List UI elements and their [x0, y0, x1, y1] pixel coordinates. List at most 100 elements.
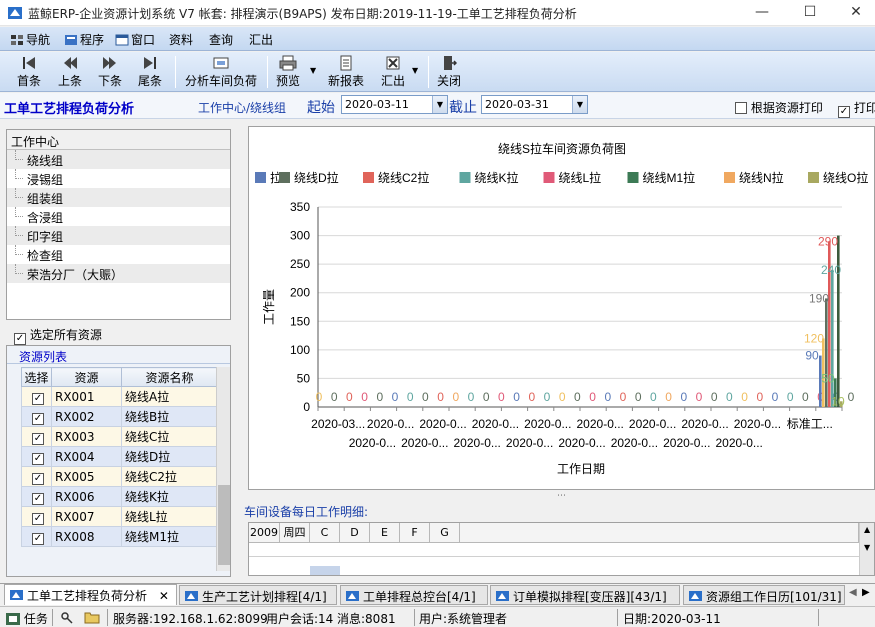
table-row[interactable]: ✓ RX003 绕线C拉 [21, 426, 218, 447]
table-row[interactable]: ✓ RX006 绕线K拉 [21, 486, 218, 507]
data-label: 0 [741, 390, 748, 404]
table-row[interactable]: ✓ RX002 绕线B拉 [21, 406, 218, 427]
navigate-icon [11, 35, 23, 45]
tab-process-plan[interactable]: 生产工艺计划排程[4/1] [179, 585, 337, 605]
maximize-button[interactable]: ☐ [787, 0, 833, 26]
tab-resource-calendar[interactable]: 资源组工作日历[101/31] [683, 585, 845, 605]
last-record-button[interactable]: 尾条 [138, 55, 162, 89]
y-tick-label: 350 [290, 200, 310, 214]
table-row[interactable]: ✓ RX001 绕线A拉 [21, 386, 218, 407]
tree-item-inspection[interactable]: 检查组 [7, 245, 230, 264]
detail-grid: 2009 周四 C D E F G ▲ ▼ [248, 522, 875, 576]
menu-window[interactable]: 窗口 [115, 31, 155, 48]
resource-scrollbar[interactable] [216, 367, 230, 571]
row-checkbox[interactable]: ✓ [32, 393, 44, 405]
tree-item-impregnation[interactable]: 含浸组 [7, 207, 230, 226]
bar [825, 298, 828, 407]
col-resource[interactable]: 资源 [51, 367, 122, 387]
resource-print-checkbox[interactable]: 根据资源打印 [735, 99, 823, 116]
tree-item-assembly[interactable]: 组装组 [7, 188, 230, 207]
load-chart: 绕线S拉车间资源负荷图拉绕线D拉 绕线C2拉 绕线K拉 绕线L拉 绕线M1拉 绕线N拉 绕线… [248, 126, 875, 490]
row-checkbox[interactable]: ✓ [32, 533, 44, 545]
menu-query[interactable]: 查询 [209, 31, 233, 48]
first-record-button[interactable]: 首条 [17, 55, 41, 89]
tab-scroll-left-icon[interactable]: ◀ [849, 587, 857, 598]
export-button[interactable]: 汇出 [381, 55, 405, 89]
start-date-dropdown-icon[interactable]: ▼ [432, 96, 447, 113]
tab-scroll-right-icon[interactable]: ▶ [862, 587, 870, 598]
tree-item-winding[interactable]: 绕线组 [7, 150, 230, 169]
tab-load-analysis[interactable]: 工单工艺排程负荷分析 ✕ [4, 584, 177, 605]
end-date-input[interactable]: 2020-03-31 ▼ [481, 95, 588, 114]
toolbar-separator [175, 56, 176, 88]
tab-app-icon [10, 590, 23, 600]
current-user: 用户:系统管理者 [419, 612, 508, 626]
start-date-input[interactable]: 2020-03-11 ▼ [341, 95, 448, 114]
message-count: 消息:8081 [337, 612, 396, 626]
end-date-dropdown-icon[interactable]: ▼ [572, 96, 587, 113]
print-checkbox[interactable]: ✓ 打印 [838, 99, 875, 118]
x-tick-label: 2020-0... [401, 436, 448, 450]
row-checkbox[interactable]: ✓ [32, 493, 44, 505]
window-icon [115, 34, 129, 46]
menu-navigate[interactable]: 导航 [10, 31, 50, 48]
end-label: 截止 [449, 100, 477, 116]
bar [837, 235, 840, 407]
preview-dropdown-icon[interactable]: ▼ [310, 66, 316, 75]
minimize-button[interactable]: — [739, 0, 785, 26]
server-address: 服务器:192.168.1.62:8099 [113, 612, 268, 626]
detail-title: 车间设备每日工作明细: [244, 505, 369, 519]
detail-scrollbar[interactable]: ▲ ▼ [859, 523, 874, 575]
menu-program[interactable]: 程序 [64, 31, 104, 48]
close-window-button[interactable]: ✕ [833, 0, 875, 26]
grid-header-cell: C [310, 523, 340, 543]
new-report-button[interactable]: 新报表 [328, 55, 364, 89]
select-all-checkbox[interactable]: ✓ 选定所有资源 [6, 323, 231, 345]
tree-item-printing[interactable]: 印字组 [7, 226, 230, 245]
user-key-icon[interactable] [60, 611, 74, 624]
preview-button[interactable]: 预览 [276, 55, 300, 89]
y-axis-label: 工作量 [262, 289, 276, 325]
tree-item-tin-dip[interactable]: 浸锡组 [7, 169, 230, 188]
export-dropdown-icon[interactable]: ▼ [412, 66, 418, 75]
menu-export[interactable]: 汇出 [249, 31, 273, 48]
splitter-handle[interactable]: ⋯ [557, 491, 566, 501]
row-checkbox[interactable]: ✓ [32, 453, 44, 465]
data-label: 0 [574, 390, 581, 404]
row-checkbox[interactable]: ✓ [32, 413, 44, 425]
close-button[interactable]: 关闭 [437, 55, 461, 89]
table-row[interactable]: ✓ RX004 绕线D拉 [21, 446, 218, 467]
tab-order-simulation[interactable]: 订单模拟排程[变压器][43/1] [490, 585, 680, 605]
col-select[interactable]: 选择 [21, 367, 52, 387]
scrollbar-thumb[interactable] [218, 485, 230, 565]
window-title: 蓝鲸ERP-企业资源计划系统 V7 帐套: 排程演示(B9APS) 发布日期:2… [28, 7, 577, 21]
tab-schedule-console[interactable]: 工单排程总控台[4/1] [340, 585, 488, 605]
data-label: 0 [331, 390, 338, 404]
next-record-button[interactable]: 下条 [98, 55, 122, 89]
data-label: 0 [787, 390, 794, 404]
menu-data[interactable]: 资料 [169, 31, 193, 48]
data-label: 0 [635, 390, 642, 404]
x-tick-label: 2020-0... [349, 436, 396, 450]
table-row[interactable]: ✓ RX008 绕线M1拉 [21, 526, 218, 547]
tree-item-branch-factory[interactable]: 荣浩分厂（大赈） [7, 264, 230, 283]
legend-label: 绕线C2拉 [378, 170, 429, 185]
row-checkbox[interactable]: ✓ [32, 513, 44, 525]
data-label: 290 [818, 234, 838, 248]
grid-selected-cell[interactable] [310, 566, 340, 575]
tab-close-icon[interactable]: ✕ [159, 589, 169, 603]
grid-row[interactable] [249, 544, 859, 557]
legend-swatch [724, 172, 735, 183]
data-label: 0 [650, 390, 657, 404]
row-checkbox[interactable]: ✓ [32, 473, 44, 485]
task-button[interactable]: 任务 [6, 610, 48, 627]
prev-record-button[interactable]: 上条 [58, 55, 82, 89]
table-row[interactable]: ✓ RX007 绕线L拉 [21, 506, 218, 527]
analyze-load-button[interactable]: 分析车间负荷 [185, 55, 257, 89]
folder-icon[interactable] [84, 611, 100, 624]
table-row[interactable]: ✓ RX005 绕线C2拉 [21, 466, 218, 487]
x-tick-label: 2020-0... [506, 436, 553, 450]
first-icon [23, 57, 35, 69]
row-checkbox[interactable]: ✓ [32, 433, 44, 445]
col-resource-name[interactable]: 资源名称 [121, 367, 218, 387]
